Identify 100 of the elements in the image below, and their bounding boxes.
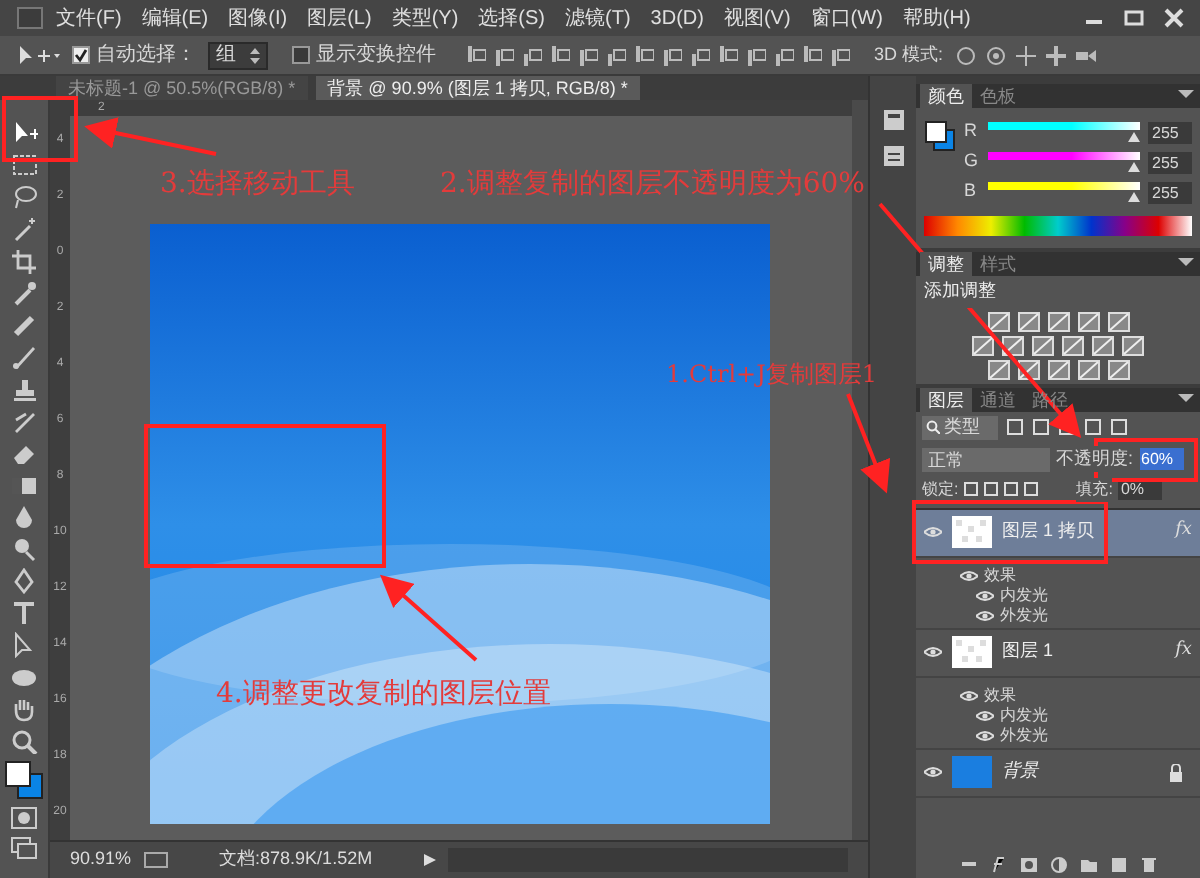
visibility-eye-icon[interactable] xyxy=(976,589,994,601)
layer-row[interactable]: 图层 1 fx xyxy=(916,629,1200,677)
color-swatches-icon[interactable] xyxy=(924,120,956,152)
slider-thumb[interactable] xyxy=(1128,132,1140,142)
magic-wand-icon[interactable] xyxy=(10,216,38,242)
align-icon[interactable] xyxy=(748,45,766,65)
visibility-eye-icon[interactable] xyxy=(924,766,942,778)
panel-icon[interactable] xyxy=(879,108,907,132)
slider-thumb[interactable] xyxy=(1128,162,1140,172)
menu-item[interactable]: 文件(F) xyxy=(56,3,122,33)
panel-tab[interactable]: 图层 xyxy=(920,387,972,411)
align-icon[interactable] xyxy=(664,45,682,65)
document-tab[interactable]: 背景 @ 90.9% (图层 1 拷贝, RGB/8) * xyxy=(315,76,640,100)
align-icon[interactable] xyxy=(832,45,850,65)
blend-mode-dropdown[interactable]: 正常 xyxy=(922,447,1050,471)
adjustment-icon[interactable] xyxy=(987,359,1009,379)
color-spectrum[interactable] xyxy=(924,216,1192,236)
adjustment-icon[interactable] xyxy=(1047,311,1069,331)
menu-item[interactable]: 3D(D) xyxy=(650,3,704,33)
target-dropdown[interactable]: 组 xyxy=(208,41,268,69)
align-icon[interactable] xyxy=(496,45,514,65)
screen-mode-icon[interactable] xyxy=(10,836,38,860)
panel-tab[interactable]: 色板 xyxy=(972,84,1024,108)
menu-item[interactable]: 图层(L) xyxy=(307,3,372,33)
align-icon[interactable] xyxy=(776,45,794,65)
menu-item[interactable]: 窗口(W) xyxy=(810,3,883,33)
adjustment-icon[interactable] xyxy=(1122,335,1144,355)
new-layer-icon[interactable] xyxy=(1109,855,1127,873)
menu-item[interactable]: 视图(V) xyxy=(723,3,791,33)
adjustment-icon[interactable] xyxy=(1017,311,1039,331)
gradient-icon[interactable] xyxy=(10,472,38,498)
effect-item[interactable]: 内发光 xyxy=(1000,703,1048,727)
path-select-icon[interactable] xyxy=(10,632,38,658)
crop-icon[interactable] xyxy=(10,248,38,274)
orbit-icon[interactable] xyxy=(955,45,976,65)
pan-icon[interactable] xyxy=(1015,45,1036,65)
fx-icon[interactable] xyxy=(989,855,1007,873)
value-field[interactable]: 255 xyxy=(1148,151,1192,173)
panel-tab[interactable]: 调整 xyxy=(920,252,972,276)
visibility-eye-icon[interactable] xyxy=(976,609,994,621)
effect-item[interactable]: 外发光 xyxy=(1000,603,1048,627)
visibility-eye-icon[interactable] xyxy=(976,709,994,721)
align-icon[interactable] xyxy=(468,45,486,65)
adjustment-icon[interactable] xyxy=(1062,335,1084,355)
hand-icon[interactable] xyxy=(10,696,38,722)
visibility-eye-icon[interactable] xyxy=(960,689,978,701)
quick-mask-icon[interactable] xyxy=(10,806,38,830)
camera-icon[interactable] xyxy=(1075,45,1096,65)
eraser-icon[interactable] xyxy=(10,440,38,466)
half-circle-icon[interactable] xyxy=(1049,855,1067,873)
align-icon[interactable] xyxy=(692,45,710,65)
panel-menu-icon[interactable] xyxy=(1178,258,1194,270)
align-icon[interactable] xyxy=(636,45,654,65)
type-icon[interactable] xyxy=(10,600,38,626)
trash-icon[interactable] xyxy=(1139,855,1157,873)
panel-tab[interactable]: 样式 xyxy=(972,252,1024,276)
export-icon[interactable] xyxy=(143,852,168,868)
bandage-icon[interactable] xyxy=(10,312,38,338)
dodge-icon[interactable] xyxy=(10,536,38,562)
adjustment-icon[interactable] xyxy=(1077,311,1099,331)
drop-icon[interactable] xyxy=(10,504,38,530)
align-icon[interactable] xyxy=(720,45,738,65)
close-icon[interactable] xyxy=(1160,8,1188,28)
ellipse-icon[interactable] xyxy=(10,664,38,690)
menu-item[interactable]: 图像(I) xyxy=(228,3,288,33)
visibility-eye-icon[interactable] xyxy=(976,729,994,741)
adjustment-icon[interactable] xyxy=(1032,335,1054,355)
checkbox[interactable] xyxy=(292,46,310,64)
zoom-level[interactable]: 90.91% xyxy=(70,846,132,874)
visibility-eye-icon[interactable] xyxy=(924,526,942,538)
align-icon[interactable] xyxy=(552,45,570,65)
align-icon[interactable] xyxy=(524,45,542,65)
opacity-field[interactable]: 60% xyxy=(1139,448,1184,470)
panel-menu-icon[interactable] xyxy=(1178,393,1194,405)
document-tab[interactable]: 未标题-1 @ 50.5%(RGB/8) * xyxy=(56,76,308,100)
filter-dropdown[interactable]: 类型 xyxy=(922,415,998,439)
slider-thumb[interactable] xyxy=(1128,192,1140,202)
value-field[interactable]: 255 xyxy=(1148,121,1192,143)
adjustment-icon[interactable] xyxy=(1107,359,1129,379)
effects-badge[interactable]: fx xyxy=(1175,638,1192,666)
panel-icon[interactable] xyxy=(879,144,907,168)
stamp-icon[interactable] xyxy=(10,376,38,402)
panel-tab[interactable]: 颜色 xyxy=(920,84,972,108)
adjustment-icon[interactable] xyxy=(1092,335,1114,355)
brush-icon[interactable] xyxy=(10,344,38,370)
folder-icon[interactable] xyxy=(1079,855,1097,873)
move-tool-icon[interactable] xyxy=(10,120,38,146)
menu-item[interactable]: 编辑(E) xyxy=(141,3,209,33)
adjustment-icon[interactable] xyxy=(1107,311,1129,331)
mask-icon[interactable] xyxy=(1019,855,1037,873)
adjustment-icon[interactable] xyxy=(1002,335,1024,355)
restore-icon[interactable] xyxy=(1120,8,1148,28)
color-swatches-icon[interactable] xyxy=(4,760,44,800)
eyedropper-icon[interactable] xyxy=(10,280,38,306)
marquee-icon[interactable] xyxy=(10,152,38,178)
layer-row[interactable]: 图层 1 拷贝 fx xyxy=(916,509,1200,557)
visibility-eye-icon[interactable] xyxy=(960,569,978,581)
drag-icon[interactable] xyxy=(1045,45,1066,65)
align-icon[interactable] xyxy=(580,45,598,65)
lasso-icon[interactable] xyxy=(10,184,38,210)
